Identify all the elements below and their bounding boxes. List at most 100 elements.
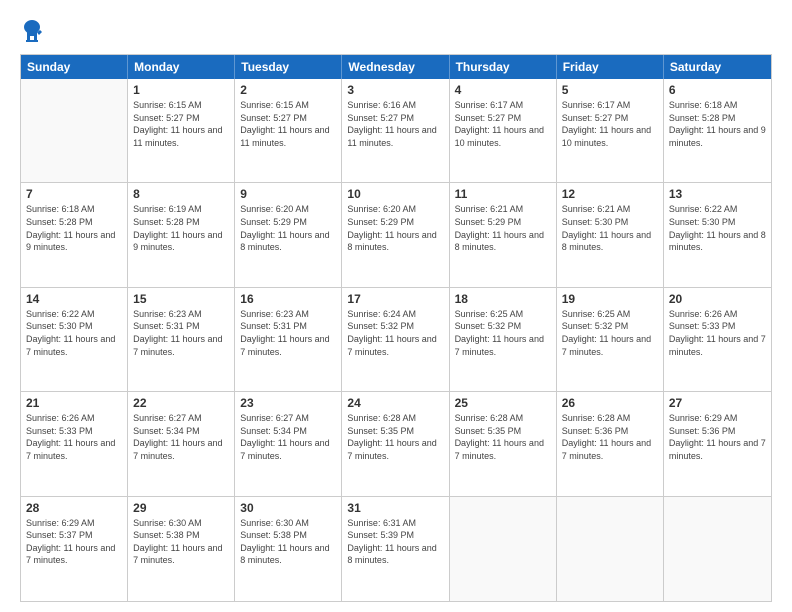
cell-info: Sunrise: 6:15 AMSunset: 5:27 PMDaylight:… xyxy=(133,99,229,149)
calendar-cell-empty xyxy=(21,79,128,182)
calendar-day-17: 17Sunrise: 6:24 AMSunset: 5:32 PMDayligh… xyxy=(342,288,449,391)
header-day-thursday: Thursday xyxy=(450,55,557,79)
calendar-day-8: 8 Sunrise: 6:19 AMSunset: 5:28 PMDaylight… xyxy=(128,183,235,286)
day-number: 30 xyxy=(240,501,336,515)
day-number: 24 xyxy=(347,396,443,410)
page: SundayMondayTuesdayWednesdayThursdayFrid… xyxy=(0,0,792,612)
cell-info: Sunrise: 6:21 AMSunset: 5:30 PMDaylight:… xyxy=(562,203,658,253)
cell-info: Sunrise: 6:17 AMSunset: 5:27 PMDaylight:… xyxy=(455,99,551,149)
cell-info: Sunrise: 6:29 AMSunset: 5:36 PMDaylight:… xyxy=(669,412,766,462)
cell-info: Sunrise: 6:28 AMSunset: 5:35 PMDaylight:… xyxy=(347,412,443,462)
calendar-day-9: 9 Sunrise: 6:20 AMSunset: 5:29 PMDaylight… xyxy=(235,183,342,286)
calendar-day-28: 28Sunrise: 6:29 AMSunset: 5:37 PMDayligh… xyxy=(21,497,128,601)
day-number: 1 xyxy=(133,83,229,97)
cell-info: Sunrise: 6:26 AMSunset: 5:33 PMDaylight:… xyxy=(26,412,122,462)
day-number: 17 xyxy=(347,292,443,306)
calendar-day-12: 12 Sunrise: 6:21 AMSunset: 5:30 PMDayligh… xyxy=(557,183,664,286)
day-number: 9 xyxy=(240,187,336,201)
calendar-day-29: 29 Sunrise: 6:30 AMSunset: 5:38 PMDayligh… xyxy=(128,497,235,601)
day-number: 15 xyxy=(133,292,229,306)
calendar-day-21: 21 Sunrise: 6:26 AMSunset: 5:33 PMDayligh… xyxy=(21,392,128,495)
day-number: 19 xyxy=(562,292,658,306)
day-number: 29 xyxy=(133,501,229,515)
calendar-day-6: 6Sunrise: 6:18 AMSunset: 5:28 PMDaylight… xyxy=(664,79,771,182)
cell-info: Sunrise: 6:25 AMSunset: 5:32 PMDaylight:… xyxy=(455,308,551,358)
calendar: SundayMondayTuesdayWednesdayThursdayFrid… xyxy=(20,54,772,602)
cell-info: Sunrise: 6:18 AMSunset: 5:28 PMDaylight:… xyxy=(26,203,122,253)
calendar-day-30: 30Sunrise: 6:30 AMSunset: 5:38 PMDayligh… xyxy=(235,497,342,601)
day-number: 13 xyxy=(669,187,766,201)
cell-info: Sunrise: 6:18 AMSunset: 5:28 PMDaylight:… xyxy=(669,99,766,149)
day-number: 22 xyxy=(133,396,229,410)
calendar-cell-empty xyxy=(557,497,664,601)
logo xyxy=(20,16,46,46)
calendar-day-24: 24 Sunrise: 6:28 AMSunset: 5:35 PMDayligh… xyxy=(342,392,449,495)
calendar-day-3: 3Sunrise: 6:16 AMSunset: 5:27 PMDaylight… xyxy=(342,79,449,182)
cell-info: Sunrise: 6:23 AMSunset: 5:31 PMDaylight:… xyxy=(133,308,229,358)
calendar-day-27: 27 Sunrise: 6:29 AMSunset: 5:36 PMDayligh… xyxy=(664,392,771,495)
header-day-sunday: Sunday xyxy=(21,55,128,79)
day-number: 7 xyxy=(26,187,122,201)
cell-info: Sunrise: 6:22 AMSunset: 5:30 PMDaylight:… xyxy=(26,308,122,358)
calendar-day-16: 16 Sunrise: 6:23 AMSunset: 5:31 PMDayligh… xyxy=(235,288,342,391)
calendar-week-1: 1 Sunrise: 6:15 AMSunset: 5:27 PMDaylight… xyxy=(21,79,771,183)
header-day-friday: Friday xyxy=(557,55,664,79)
cell-info: Sunrise: 6:25 AMSunset: 5:32 PMDaylight:… xyxy=(562,308,658,358)
calendar-week-5: 28Sunrise: 6:29 AMSunset: 5:37 PMDayligh… xyxy=(21,497,771,601)
cell-info: Sunrise: 6:20 AMSunset: 5:29 PMDaylight:… xyxy=(347,203,443,253)
calendar-day-13: 13 Sunrise: 6:22 AMSunset: 5:30 PMDayligh… xyxy=(664,183,771,286)
day-number: 16 xyxy=(240,292,336,306)
calendar-week-2: 7 Sunrise: 6:18 AMSunset: 5:28 PMDaylight… xyxy=(21,183,771,287)
calendar-day-4: 4Sunrise: 6:17 AMSunset: 5:27 PMDaylight… xyxy=(450,79,557,182)
cell-info: Sunrise: 6:28 AMSunset: 5:36 PMDaylight:… xyxy=(562,412,658,462)
cell-info: Sunrise: 6:19 AMSunset: 5:28 PMDaylight:… xyxy=(133,203,229,253)
calendar-cell-empty xyxy=(450,497,557,601)
cell-info: Sunrise: 6:27 AMSunset: 5:34 PMDaylight:… xyxy=(240,412,336,462)
day-number: 10 xyxy=(347,187,443,201)
header-day-saturday: Saturday xyxy=(664,55,771,79)
day-number: 27 xyxy=(669,396,766,410)
header xyxy=(20,16,772,46)
calendar-day-31: 31 Sunrise: 6:31 AMSunset: 5:39 PMDayligh… xyxy=(342,497,449,601)
calendar-day-1: 1 Sunrise: 6:15 AMSunset: 5:27 PMDaylight… xyxy=(128,79,235,182)
header-day-wednesday: Wednesday xyxy=(342,55,449,79)
calendar-day-19: 19 Sunrise: 6:25 AMSunset: 5:32 PMDayligh… xyxy=(557,288,664,391)
day-number: 14 xyxy=(26,292,122,306)
calendar-day-23: 23Sunrise: 6:27 AMSunset: 5:34 PMDayligh… xyxy=(235,392,342,495)
cell-info: Sunrise: 6:27 AMSunset: 5:34 PMDaylight:… xyxy=(133,412,229,462)
calendar-day-18: 18Sunrise: 6:25 AMSunset: 5:32 PMDayligh… xyxy=(450,288,557,391)
cell-info: Sunrise: 6:21 AMSunset: 5:29 PMDaylight:… xyxy=(455,203,551,253)
day-number: 31 xyxy=(347,501,443,515)
cell-info: Sunrise: 6:20 AMSunset: 5:29 PMDaylight:… xyxy=(240,203,336,253)
day-number: 11 xyxy=(455,187,551,201)
calendar-day-26: 26 Sunrise: 6:28 AMSunset: 5:36 PMDayligh… xyxy=(557,392,664,495)
cell-info: Sunrise: 6:30 AMSunset: 5:38 PMDaylight:… xyxy=(133,517,229,567)
header-day-monday: Monday xyxy=(128,55,235,79)
logo-icon xyxy=(20,18,44,46)
day-number: 20 xyxy=(669,292,766,306)
calendar-day-10: 10 Sunrise: 6:20 AMSunset: 5:29 PMDayligh… xyxy=(342,183,449,286)
day-number: 5 xyxy=(562,83,658,97)
day-number: 12 xyxy=(562,187,658,201)
day-number: 26 xyxy=(562,396,658,410)
calendar-day-2: 2Sunrise: 6:15 AMSunset: 5:27 PMDaylight… xyxy=(235,79,342,182)
calendar-day-5: 5Sunrise: 6:17 AMSunset: 5:27 PMDaylight… xyxy=(557,79,664,182)
cell-info: Sunrise: 6:26 AMSunset: 5:33 PMDaylight:… xyxy=(669,308,766,358)
calendar-day-25: 25 Sunrise: 6:28 AMSunset: 5:35 PMDayligh… xyxy=(450,392,557,495)
calendar-week-4: 21 Sunrise: 6:26 AMSunset: 5:33 PMDayligh… xyxy=(21,392,771,496)
calendar-body: 1 Sunrise: 6:15 AMSunset: 5:27 PMDaylight… xyxy=(21,79,771,601)
day-number: 25 xyxy=(455,396,551,410)
header-day-tuesday: Tuesday xyxy=(235,55,342,79)
cell-info: Sunrise: 6:16 AMSunset: 5:27 PMDaylight:… xyxy=(347,99,443,149)
cell-info: Sunrise: 6:22 AMSunset: 5:30 PMDaylight:… xyxy=(669,203,766,253)
calendar-header: SundayMondayTuesdayWednesdayThursdayFrid… xyxy=(21,55,771,79)
day-number: 8 xyxy=(133,187,229,201)
day-number: 21 xyxy=(26,396,122,410)
calendar-cell-empty xyxy=(664,497,771,601)
calendar-day-20: 20 Sunrise: 6:26 AMSunset: 5:33 PMDayligh… xyxy=(664,288,771,391)
calendar-day-22: 22 Sunrise: 6:27 AMSunset: 5:34 PMDayligh… xyxy=(128,392,235,495)
calendar-day-7: 7 Sunrise: 6:18 AMSunset: 5:28 PMDaylight… xyxy=(21,183,128,286)
cell-info: Sunrise: 6:31 AMSunset: 5:39 PMDaylight:… xyxy=(347,517,443,567)
cell-info: Sunrise: 6:23 AMSunset: 5:31 PMDaylight:… xyxy=(240,308,336,358)
cell-info: Sunrise: 6:28 AMSunset: 5:35 PMDaylight:… xyxy=(455,412,551,462)
